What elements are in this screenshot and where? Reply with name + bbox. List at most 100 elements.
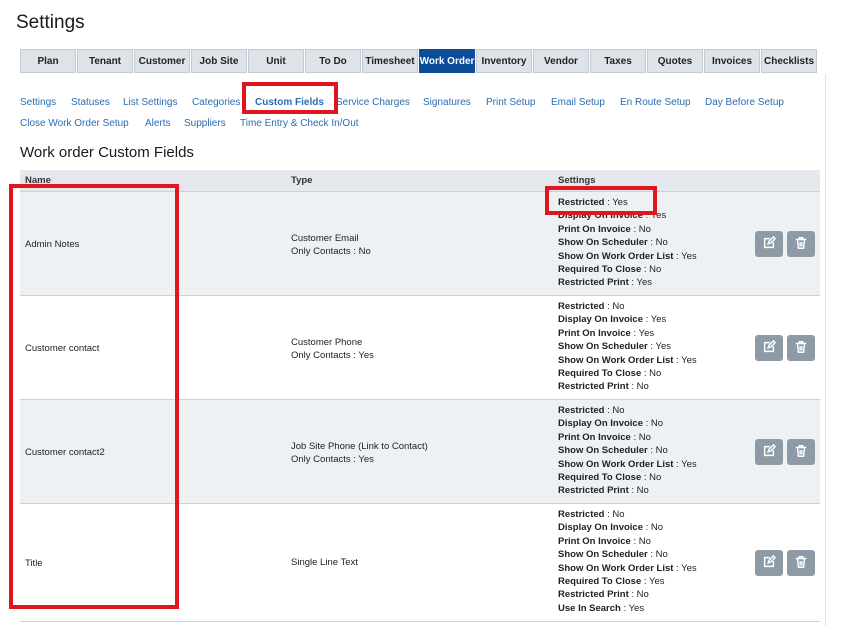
setting-separator: :: [630, 327, 639, 339]
setting-label: Display On Invoice: [558, 314, 643, 326]
tab-tenant[interactable]: Tenant: [77, 49, 133, 73]
setting-separator: :: [641, 368, 650, 380]
setting-separator: :: [620, 602, 629, 614]
setting-label: Restricted: [558, 509, 605, 520]
field-settings: Restricted : No Display On Invoice : No Pr…: [558, 508, 697, 615]
setting-label: Display On Invoice: [558, 418, 643, 430]
setting-label: Restricted Print: [558, 589, 629, 601]
field-settings: Restricted : Yes Display On Invoice : Yes…: [558, 196, 697, 290]
delete-button[interactable]: [787, 231, 815, 257]
setting-line: Required To Close : No: [558, 263, 697, 276]
setting-line: Required To Close : No: [558, 367, 697, 380]
setting-label: Required To Close: [558, 576, 642, 588]
sublink-statuses[interactable]: Statuses: [71, 92, 110, 113]
field-type-line: Only Contacts : Yes: [291, 350, 374, 362]
setting-value: No: [649, 368, 662, 380]
field-type: Customer Email Only Contacts : No: [291, 232, 371, 259]
setting-value: No: [636, 589, 649, 601]
setting-line: Display On Invoice : Yes: [558, 209, 697, 222]
tab-plan[interactable]: Plan: [20, 49, 76, 73]
setting-line: Restricted : No: [558, 300, 697, 313]
setting-separator: :: [673, 458, 682, 470]
sublink-categories[interactable]: Categories: [192, 92, 240, 113]
tab-invoices[interactable]: Invoices: [704, 49, 760, 73]
setting-line: Restricted Print : No: [558, 588, 697, 601]
tab-timesheet[interactable]: Timesheet: [362, 49, 418, 73]
table-row: Title Single Line Text Restricted : No Disp…: [20, 504, 820, 622]
sublink-service-charges[interactable]: Service Charges: [336, 92, 410, 113]
sublink-en-route-setup[interactable]: En Route Setup: [620, 92, 691, 113]
tab-checklists[interactable]: Checklists: [761, 49, 817, 73]
sublink-custom-fields[interactable]: Custom Fields: [255, 92, 324, 113]
trash-icon: [794, 444, 808, 461]
sublink-alerts[interactable]: Alerts: [145, 113, 171, 134]
setting-value: No: [638, 223, 651, 235]
sublink-signatures[interactable]: Signatures: [423, 92, 471, 113]
field-type-line: Customer Email: [291, 233, 359, 244]
setting-value: Yes: [638, 327, 655, 339]
tab-quotes[interactable]: Quotes: [647, 49, 703, 73]
tab-to-do[interactable]: To Do: [305, 49, 361, 73]
delete-button[interactable]: [787, 439, 815, 465]
field-settings: Restricted : No Display On Invoice : No Pr…: [558, 404, 697, 498]
delete-button[interactable]: [787, 550, 815, 576]
edit-button[interactable]: [755, 231, 783, 257]
edit-button[interactable]: [755, 335, 783, 361]
sublink-day-before-setup[interactable]: Day Before Setup: [705, 92, 784, 113]
setting-line: Restricted : No: [558, 404, 697, 417]
setting-label: Show On Work Order List: [558, 354, 674, 366]
tab-unit[interactable]: Unit: [248, 49, 304, 73]
field-type: Job Site Phone (Link to Contact) Only Con…: [291, 440, 428, 467]
setting-value: No: [612, 509, 625, 520]
setting-line: Display On Invoice : No: [558, 521, 697, 534]
sublink-close-work-order-setup[interactable]: Close Work Order Setup: [20, 113, 129, 134]
setting-value: Yes: [681, 250, 697, 262]
setting-line: Show On Work Order List : Yes: [558, 458, 697, 471]
tab-job-site[interactable]: Job Site: [191, 49, 247, 73]
setting-line: Print On Invoice : No: [558, 431, 697, 444]
trash-icon: [794, 236, 808, 253]
setting-line: Print On Invoice : No: [558, 223, 697, 236]
setting-separator: :: [673, 250, 682, 262]
sublink-print-setup[interactable]: Print Setup: [486, 92, 535, 113]
setting-separator: :: [628, 589, 637, 601]
setting-line: Use In Search : Yes: [558, 602, 697, 615]
sublink-settings[interactable]: Settings: [20, 92, 56, 113]
page-title: Settings: [16, 12, 85, 33]
delete-button[interactable]: [787, 335, 815, 361]
setting-label: Show On Scheduler: [558, 237, 648, 249]
sublink-time-entry-check-in-out[interactable]: Time Entry & Check In/Out: [240, 113, 359, 134]
tab-customer[interactable]: Customer: [134, 49, 190, 73]
sublink-suppliers[interactable]: Suppliers: [184, 113, 226, 134]
tab-inventory[interactable]: Inventory: [476, 49, 532, 73]
setting-separator: :: [641, 264, 650, 276]
field-name: Title: [25, 558, 43, 569]
setting-label: Restricted Print: [558, 485, 629, 497]
field-type-line: Only Contacts : No: [291, 246, 371, 258]
setting-label: Show On Work Order List: [558, 250, 674, 262]
tab-taxes[interactable]: Taxes: [590, 49, 646, 73]
edit-button[interactable]: [755, 439, 783, 465]
edit-button[interactable]: [755, 550, 783, 576]
field-type: Customer Phone Only Contacts : Yes: [291, 336, 374, 363]
setting-line: Show On Work Order List : Yes: [558, 354, 697, 367]
setting-separator: :: [628, 277, 637, 289]
setting-label: Display On Invoice: [558, 522, 643, 534]
tab-work-order[interactable]: Work Order: [419, 49, 475, 73]
table-row: Admin Notes Customer Email Only Contacts :…: [20, 192, 820, 296]
setting-line: Show On Scheduler : Yes: [558, 340, 697, 353]
setting-value: Yes: [650, 210, 667, 222]
setting-label: Print On Invoice: [558, 431, 631, 443]
setting-separator: :: [630, 431, 639, 443]
setting-value: No: [650, 418, 664, 430]
setting-line: Show On Scheduler : No: [558, 444, 697, 457]
sublink-list-settings[interactable]: List Settings: [123, 92, 177, 113]
sublink-email-setup[interactable]: Email Setup: [551, 92, 605, 113]
table-body: Admin Notes Customer Email Only Contacts :…: [20, 192, 820, 622]
setting-label: Show On Work Order List: [558, 458, 674, 470]
setting-line: Show On Work Order List : Yes: [558, 562, 697, 575]
custom-fields-table: Name Type Settings Admin Notes Customer E…: [20, 170, 820, 622]
table-header: Name Type Settings: [20, 170, 820, 192]
tab-vendor[interactable]: Vendor: [533, 49, 589, 73]
edit-icon: [762, 443, 777, 461]
